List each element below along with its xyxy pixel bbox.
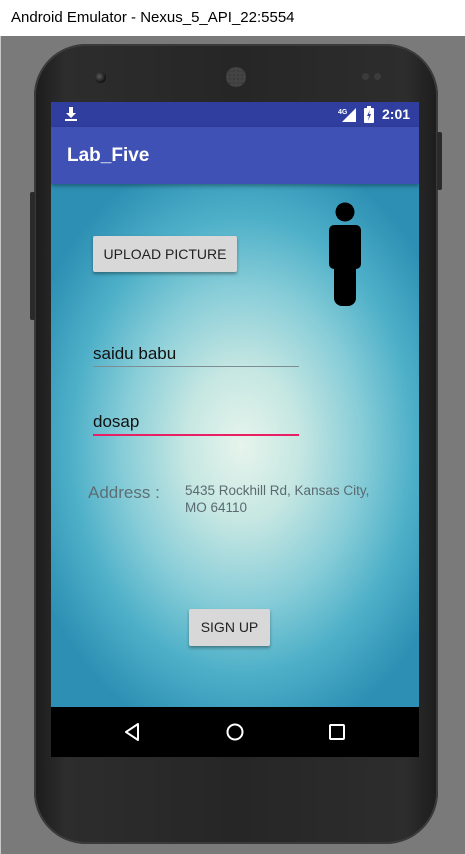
earpiece-speaker xyxy=(226,67,246,87)
window-title: Android Emulator - Nexus_5_API_22:5554 xyxy=(0,0,465,36)
upload-picture-button[interactable]: UPLOAD PICTURE xyxy=(93,236,237,272)
recents-icon[interactable] xyxy=(327,722,347,742)
battery-icon xyxy=(364,106,374,123)
network-type-label: 4G xyxy=(338,109,348,116)
power-button[interactable] xyxy=(30,192,35,320)
address-value: 5435 Rockhill Rd, Kansas City, MO 64110 xyxy=(185,483,370,515)
back-icon[interactable] xyxy=(123,722,143,742)
light-sensor xyxy=(374,73,381,80)
name-input[interactable] xyxy=(93,340,299,368)
sign-up-button[interactable]: SIGN UP xyxy=(189,609,270,646)
form-content: UPLOAD PICTURE Address : 5435 Rockhill R… xyxy=(51,184,419,707)
front-camera xyxy=(95,72,106,83)
emulator-window: Android Emulator - Nexus_5_API_22:5554 4… xyxy=(0,0,465,854)
status-time: 2:01 xyxy=(382,106,411,122)
device-screen: 4G 2:01 Lab_Five UPLOAD PICTURE A xyxy=(51,102,419,757)
app-title: Lab_Five xyxy=(67,145,150,166)
navigation-bar xyxy=(51,707,419,757)
address-label: Address : xyxy=(88,483,160,502)
signal-icon: 4G xyxy=(338,108,356,122)
app-bar: Lab_Five xyxy=(51,127,419,184)
download-icon xyxy=(65,107,77,121)
second-input[interactable] xyxy=(93,408,299,436)
second-input-underline xyxy=(93,434,299,436)
proximity-sensor xyxy=(362,73,369,80)
volume-button[interactable] xyxy=(437,132,442,190)
name-input-underline xyxy=(93,366,299,367)
status-bar: 4G 2:01 xyxy=(51,102,419,127)
home-icon[interactable] xyxy=(225,722,245,742)
person-icon[interactable] xyxy=(327,202,363,306)
